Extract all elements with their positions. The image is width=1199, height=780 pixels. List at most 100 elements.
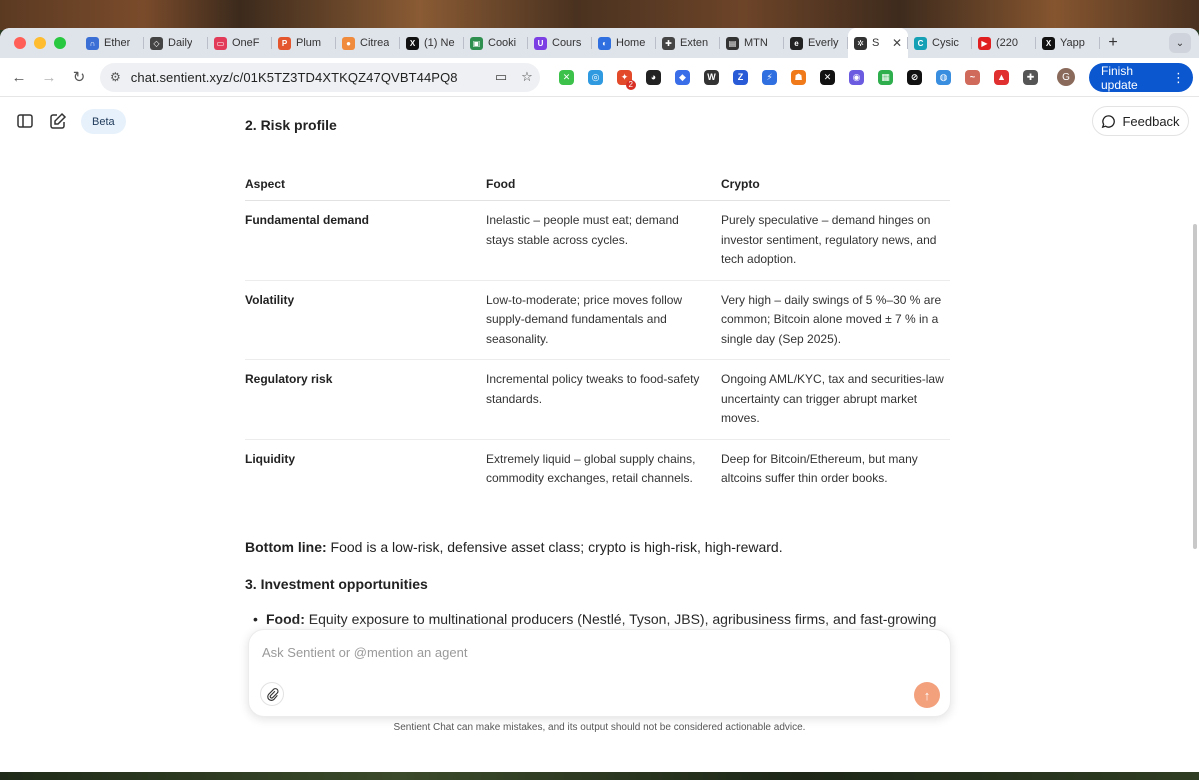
finish-update-button[interactable]: Finish update ⋮ [1089,63,1193,92]
browser-tab[interactable]: X (1) Ne [400,28,464,58]
browser-tab[interactable]: ▭ OneF [208,28,272,58]
paperclip-icon [266,687,278,701]
maximize-window-button[interactable] [54,37,66,49]
browser-tab[interactable]: C Cysic [908,28,972,58]
browser-tab[interactable]: P Plum [272,28,336,58]
tab-label: Cooki [488,37,517,49]
tab-label: Exten [680,37,709,49]
extension-icon: ◎ [588,69,603,85]
back-button[interactable]: ← [4,69,34,86]
extension-button[interactable]: ✕ [552,63,581,92]
site-settings-icon[interactable]: ⚙ [110,70,121,84]
message-input-placeholder[interactable]: Ask Sentient or @mention an agent [262,645,467,660]
aspect-cell: Fundamental demand [245,200,486,281]
tab-favicon-icon: U [534,36,547,50]
extensions-row: ✕ ◎ ✦ 2 ◕ ◆ W Z ⚡ ☗ ✕ ◉ ▦ ⊘ ◍ ~ ▲ ✚ [552,63,1045,92]
tab-favicon-icon: ▤ [726,36,739,50]
sidebar-toggle-icon[interactable] [16,112,34,130]
browser-tab[interactable]: ✚ Exten [656,28,720,58]
arrow-up-icon: ↑ [923,687,931,703]
risk-table: Aspect Food Crypto Fundamental demand Ine… [245,167,950,499]
extension-icon: ◆ [675,69,690,85]
profile-avatar[interactable]: G [1057,68,1075,86]
tab-label: (1) Ne [424,37,455,49]
crypto-cell: Very high – daily swings of 5 %–30 % are… [721,280,950,360]
reload-button[interactable]: ↻ [64,68,94,86]
investment-heading: 3. Investment opportunities [245,575,428,592]
extension-button[interactable]: ⚡ [755,63,784,92]
tab-label: (220 [996,37,1019,49]
close-window-button[interactable] [14,37,26,49]
browser-tab[interactable]: ◐ Home [592,28,656,58]
url-text[interactable]: chat.sentient.xyz/c/01K5TZ3TD4XTKQZ47QVB… [131,70,488,85]
feedback-button[interactable]: Feedback [1092,106,1189,136]
table-header-row: Aspect Food Crypto [245,167,950,201]
disclaimer-text: Sentient Chat can make mistakes, and its… [393,722,806,733]
tab-favicon-icon: X [1042,36,1055,50]
extension-icon: W [704,69,719,85]
bookmark-star-icon[interactable]: ☆ [514,69,540,85]
browser-tab[interactable]: e Everly [784,28,848,58]
extension-icon: ✕ [820,69,835,85]
browser-tab[interactable]: ● Citrea [336,28,400,58]
new-chat-icon[interactable] [49,112,67,130]
tab-favicon-icon: ✲ [854,36,867,50]
extension-badge: 2 [625,79,636,90]
extension-icon: ◍ [936,69,951,85]
new-tab-button[interactable]: + [1100,34,1126,52]
extension-button[interactable]: ◕ [639,63,668,92]
extension-button[interactable]: ✦ 2 [610,63,639,92]
extension-button[interactable]: ✚ [1016,63,1045,92]
extension-button[interactable]: ✕ [813,63,842,92]
address-bar[interactable]: ⚙ chat.sentient.xyz/c/01K5TZ3TD4XTKQZ47Q… [100,62,540,92]
close-tab-icon[interactable]: ✕ [892,36,902,50]
tab-favicon-icon: ▣ [470,36,483,50]
extension-icon: ☗ [791,69,806,85]
chat-composer[interactable]: Ask Sentient or @mention an agent ↑ [248,629,951,717]
extension-button[interactable]: ▦ [871,63,900,92]
extension-button[interactable]: ◎ [581,63,610,92]
tab-label: OneF [232,37,260,49]
extension-button[interactable]: W [697,63,726,92]
forward-button[interactable]: → [34,69,64,86]
extension-button[interactable]: ◉ [842,63,871,92]
chat-bubble-icon [1102,114,1116,128]
extension-button[interactable]: ~ [958,63,987,92]
extension-icon: ◉ [849,69,864,85]
tab-favicon-icon: X [406,36,419,50]
food-cell: Low-to-moderate; price moves follow supp… [486,280,721,360]
minimize-window-button[interactable] [34,37,46,49]
extension-button[interactable]: ☗ [784,63,813,92]
column-header-aspect: Aspect [245,167,486,201]
browser-tab[interactable]: ▣ Cooki [464,28,528,58]
browser-tab[interactable]: ▶ (220 [972,28,1036,58]
crypto-cell: Purely speculative – demand hinges on in… [721,200,950,281]
extension-button[interactable]: ◆ [668,63,697,92]
extension-button[interactable]: ▲ [987,63,1016,92]
browser-tab[interactable]: U Cours [528,28,592,58]
extension-button[interactable]: Z [726,63,755,92]
extension-button[interactable]: ◍ [929,63,958,92]
extension-icon: ▦ [878,69,893,85]
desktop-wallpaper-top [0,0,1199,30]
send-button[interactable]: ↑ [914,682,940,708]
browser-tab[interactable]: ✲ S ✕ [848,28,908,58]
browser-tab[interactable]: X Yapp [1036,28,1100,58]
more-menu-icon[interactable]: ⋮ [1172,70,1185,86]
table-row: Regulatory risk Incremental policy tweaks… [245,359,950,440]
extension-button[interactable]: ⊘ [900,63,929,92]
tab-label: Home [616,37,646,49]
tab-favicon-icon: ▭ [214,36,227,50]
browser-tab[interactable]: ◇ Daily [144,28,208,58]
cast-icon[interactable]: ▭ [488,69,514,85]
tab-favicon-icon: e [790,36,803,50]
tab-label: Citrea [360,37,390,49]
attach-button[interactable] [260,682,284,706]
browser-tab[interactable]: ▤ MTN [720,28,784,58]
extension-icon: ✚ [1023,69,1038,85]
browser-tab[interactable]: ∩ Ether [80,28,144,58]
finish-update-label: Finish update [1101,63,1138,92]
tab-search-button[interactable]: ⌄ [1169,33,1191,53]
extension-icon: ⊘ [907,69,922,85]
scrollbar[interactable] [1193,224,1197,549]
